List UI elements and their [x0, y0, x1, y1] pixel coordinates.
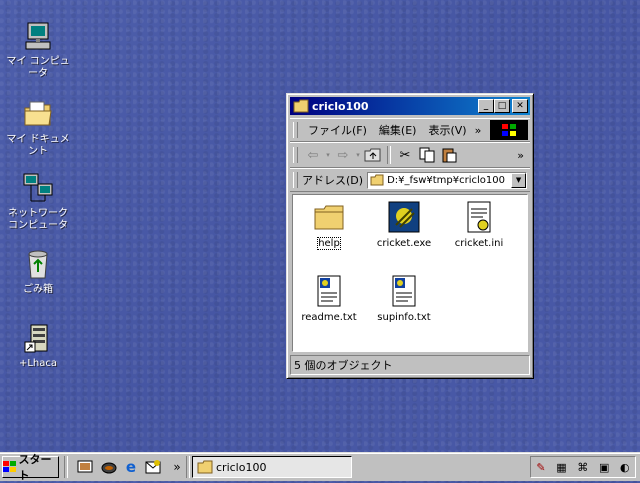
tray-monitor-icon[interactable]: ▣	[599, 461, 609, 474]
menu-edit[interactable]: 編集(E)	[373, 122, 423, 138]
address-dropdown-button[interactable]: ▼	[511, 172, 527, 188]
address-value: D:¥_fsw¥tmp¥criclo100	[387, 174, 506, 186]
taskbar-button-criclo100[interactable]: criclo100	[192, 456, 352, 478]
back-arrow-icon[interactable]: ⇦	[302, 145, 324, 165]
desktop-icon-label: マイ コンピュータ	[6, 56, 70, 79]
ini-file-icon	[463, 201, 495, 233]
desktop-icon-my-documents[interactable]: マイ ドキュメント	[3, 98, 73, 158]
status-text: 5 個のオブジェクト	[294, 359, 393, 372]
menu-view[interactable]: 表示(V)	[422, 122, 472, 138]
quicklaunch-more-chevron[interactable]: »	[168, 458, 186, 476]
tray-network-icon[interactable]: ⌘	[577, 461, 588, 474]
desktop-icon-label: マイ ドキュメント	[6, 134, 70, 157]
my-documents-folder-icon	[22, 98, 54, 130]
menu-file[interactable]: ファイル(F)	[302, 122, 373, 138]
cricket-exe-icon	[388, 201, 420, 233]
folder-icon	[293, 99, 309, 113]
explorer-window: criclo100 _ □ ✕ ファイル(F) 編集(E) 表示(V) » ⇦ …	[286, 93, 534, 379]
address-bar: アドレス(D) D:¥_fsw¥tmp¥criclo100 ▼	[290, 168, 530, 192]
file-name: readme.txt	[301, 312, 357, 323]
copy-icon[interactable]	[416, 145, 438, 165]
quicklaunch-tv-icon[interactable]	[100, 458, 118, 476]
file-name: cricket.exe	[376, 238, 432, 249]
desktop-icon-lhaca[interactable]: +Lhaca	[3, 322, 73, 370]
file-name: cricket.ini	[454, 238, 504, 249]
windows-flag-icon	[3, 461, 16, 472]
address-label: アドレス(D)	[302, 174, 364, 187]
forward-arrow-icon[interactable]: ⇨	[332, 145, 354, 165]
status-bar: 5 個のオブジェクト	[290, 355, 530, 375]
my-computer-icon	[22, 20, 54, 52]
window-title: criclo100	[312, 99, 369, 113]
desktop-icon-label: ネットワーク コンピュータ	[8, 208, 68, 231]
start-button[interactable]: スタート	[2, 453, 59, 482]
start-label: スタート	[18, 453, 52, 482]
ime-pen-icon[interactable]: ✎	[536, 461, 545, 474]
desktop-icon-network[interactable]: ネットワーク コンピュータ	[3, 172, 73, 232]
task-label: criclo100	[216, 460, 267, 474]
toolbar-more-chevron[interactable]: »	[517, 149, 524, 162]
file-item-cricket-exe[interactable]: cricket.exe	[371, 201, 437, 249]
address-field[interactable]: D:¥_fsw¥tmp¥criclo100 ▼	[367, 171, 528, 189]
file-list-pane: help cricket.exe cricket.ini readme.txt …	[292, 194, 528, 352]
quicklaunch-desktop-icon[interactable]	[76, 458, 94, 476]
up-folder-icon[interactable]	[362, 145, 384, 165]
tray-volume-icon[interactable]: ◐	[620, 461, 630, 474]
desktop-icon-label: +Lhaca	[18, 358, 58, 369]
file-name: help	[317, 237, 341, 250]
lhaca-shortcut-icon	[22, 322, 54, 354]
menu-more-chevron[interactable]: »	[473, 124, 484, 137]
cut-scissors-icon[interactable]: ✂	[394, 145, 416, 165]
ime-status-icon[interactable]: ▦	[556, 461, 566, 474]
maximize-button[interactable]: □	[494, 99, 510, 113]
file-item-readme-txt[interactable]: readme.txt	[296, 275, 362, 323]
folder-icon	[197, 460, 213, 474]
close-button[interactable]: ✕	[512, 99, 528, 113]
menubar-grip[interactable]	[293, 122, 298, 138]
desktop-icon-label: ごみ箱	[23, 284, 53, 295]
text-file-icon	[388, 275, 420, 307]
desktop-icon-recycle-bin[interactable]: ごみ箱	[3, 248, 73, 296]
file-item-supinfo-txt[interactable]: supinfo.txt	[371, 275, 437, 323]
menu-bar: ファイル(F) 編集(E) 表示(V) »	[290, 118, 530, 142]
taskbar: スタート e » criclo100 ✎ ▦ ⌘ ▣ ◐	[0, 452, 640, 482]
quicklaunch-outlook-icon[interactable]	[144, 458, 162, 476]
text-file-icon	[313, 275, 345, 307]
back-dropdown-icon[interactable]: ▾	[324, 145, 332, 165]
quicklaunch-ie-icon[interactable]: e	[122, 458, 140, 476]
toolbar-grip[interactable]	[293, 147, 298, 163]
system-tray: ✎ ▦ ⌘ ▣ ◐	[530, 456, 636, 478]
title-bar[interactable]: criclo100 _ □ ✕	[290, 97, 530, 115]
file-item-help[interactable]: help	[296, 201, 362, 250]
minimize-button[interactable]: _	[478, 99, 494, 113]
desktop-icon-my-computer[interactable]: マイ コンピュータ	[3, 20, 73, 80]
addressbar-grip[interactable]	[293, 172, 298, 188]
file-name: supinfo.txt	[377, 312, 431, 323]
forward-dropdown-icon[interactable]: ▾	[354, 145, 362, 165]
toolbar: ⇦ ▾ ⇨ ▾ ✂ »	[290, 142, 530, 168]
recycle-bin-icon	[22, 248, 54, 280]
file-item-cricket-ini[interactable]: cricket.ini	[446, 201, 512, 249]
network-computer-icon	[22, 172, 54, 204]
windows-logo-icon	[490, 120, 528, 140]
folder-icon	[313, 201, 345, 233]
paste-clipboard-icon[interactable]	[438, 145, 460, 165]
folder-icon	[370, 174, 384, 186]
